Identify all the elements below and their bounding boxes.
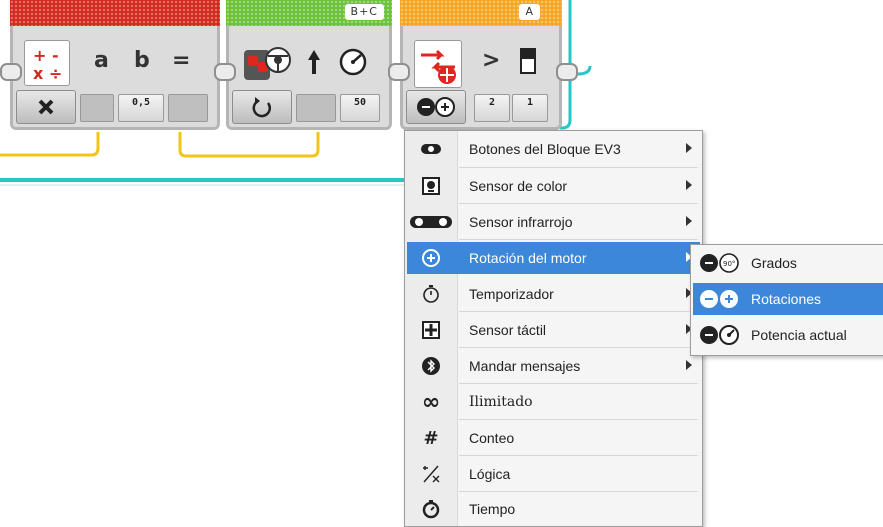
motor-port-badge[interactable]: B+C (344, 4, 384, 20)
chevron-right-icon (686, 180, 692, 190)
touch-sensor-icon (407, 314, 455, 346)
wait-port-badge[interactable]: A (519, 4, 540, 20)
wait-mode-menu: Botones del Bloque EV3 Sensor de color S… (404, 130, 703, 527)
direction-up-icon (306, 48, 322, 80)
motor-rotation-submenu: 90° Grados Rotaciones Potencia actual (690, 244, 883, 356)
menu-item-label: Rotación del motor (469, 250, 587, 266)
menu-item-time[interactable]: Tiempo (407, 493, 700, 525)
yellow-wire-1 (0, 132, 100, 157)
degrees-icon: 90° (693, 252, 749, 274)
menu-item-unlimited[interactable]: ∞ Ilimitado (407, 386, 700, 418)
multiply-icon (38, 99, 54, 115)
infrared-sensor-icon (407, 206, 455, 238)
logic-icon (407, 458, 455, 490)
menu-item-timer[interactable]: Temporizador (407, 278, 700, 310)
chevron-right-icon (686, 216, 692, 226)
svg-text:+ -: + - (33, 46, 59, 65)
wait-block-left-connector[interactable] (388, 63, 410, 81)
menu-item-infrared-sensor[interactable]: Sensor infrarrojo (407, 206, 700, 238)
math-block[interactable]: + - x ÷ a b = 0,5 (10, 0, 220, 130)
bluetooth-icon (407, 350, 455, 382)
submenu-item-label: Rotaciones (751, 291, 822, 307)
menu-item-label: Temporizador (469, 286, 554, 302)
greater-than-label: > (482, 48, 501, 73)
menu-item-label: Ilimitado (469, 394, 533, 410)
menu-item-touch-sensor[interactable]: Sensor táctil (407, 314, 700, 346)
color-sensor-icon (407, 170, 455, 202)
rotate-icon (252, 97, 271, 118)
menu-item-label: Botones del Bloque EV3 (469, 141, 621, 157)
stopwatch-icon (407, 493, 455, 525)
power-input-slot[interactable]: 50 (340, 94, 380, 122)
compare-type-slot[interactable]: 2 (474, 94, 510, 122)
rotations-icon (693, 288, 749, 310)
timer-icon (407, 278, 455, 310)
input-b-slot[interactable]: 0,5 (118, 94, 164, 122)
submenu-item-degrees[interactable]: 90° Grados (693, 247, 883, 279)
menu-item-label: Tiempo (469, 501, 516, 517)
motor-mode-button[interactable] (232, 90, 292, 124)
submenu-item-rotations[interactable]: Rotaciones (693, 283, 883, 315)
yellow-wire-2 (178, 132, 320, 158)
wait-mode-button[interactable] (406, 90, 466, 124)
menu-item-label: Conteo (469, 430, 515, 446)
speedometer-icon (338, 46, 368, 80)
menu-item-label: Sensor táctil (469, 322, 547, 338)
current-power-icon (693, 324, 749, 346)
math-operator-icon: + - x ÷ (24, 40, 70, 86)
menu-item-label: Lógica (469, 466, 511, 482)
chevron-right-icon (686, 143, 692, 153)
result-output-slot[interactable] (168, 94, 208, 122)
motor-block-left-connector[interactable] (214, 63, 236, 81)
motor-rotation-mode-icon (417, 97, 455, 117)
menu-item-messaging[interactable]: Mandar mensajes (407, 350, 700, 382)
wait-compare-icon (414, 40, 462, 88)
submenu-item-current-power[interactable]: Potencia actual (693, 319, 883, 351)
menu-item-logic[interactable]: Lógica (407, 458, 700, 490)
operand-b-label: b (134, 48, 150, 73)
sequence-wire-end (577, 65, 592, 76)
chevron-right-icon (686, 360, 692, 370)
input-a-slot[interactable] (80, 94, 114, 122)
submenu-item-label: Potencia actual (751, 327, 847, 343)
steering-input-slot[interactable] (296, 94, 336, 122)
equals-label: = (172, 48, 191, 73)
menu-item-label: Sensor infrarrojo (469, 214, 573, 230)
threshold-value-slot[interactable]: 1 (512, 94, 548, 122)
math-block-header (10, 0, 220, 26)
svg-text:90°: 90° (723, 260, 735, 268)
menu-item-count[interactable]: # Conteo (407, 422, 700, 454)
math-block-left-connector[interactable] (0, 63, 22, 81)
move-tank-block[interactable]: B+C 50 (226, 0, 392, 130)
math-mode-button[interactable] (16, 90, 76, 124)
infinity-icon: ∞ (421, 389, 441, 415)
hash-icon: # (423, 427, 439, 449)
operand-a-label: a (94, 48, 109, 73)
menu-item-label: Mandar mensajes (469, 358, 581, 374)
menu-item-brick-buttons[interactable]: Botones del Bloque EV3 (407, 133, 700, 165)
wait-compare-block[interactable]: A > 2 1 (400, 0, 562, 130)
motor-rotation-icon (407, 242, 455, 274)
menu-item-color-sensor[interactable]: Sensor de color (407, 170, 700, 202)
submenu-item-label: Grados (751, 255, 797, 271)
steering-motor-icon (240, 40, 296, 86)
wait-block-right-connector[interactable] (556, 63, 578, 81)
threshold-icon (518, 46, 538, 80)
menu-item-label: Sensor de color (469, 178, 568, 194)
svg-text:x ÷: x ÷ (33, 64, 62, 83)
brick-buttons-icon (407, 133, 455, 165)
menu-item-motor-rotation[interactable]: Rotación del motor (407, 242, 700, 274)
